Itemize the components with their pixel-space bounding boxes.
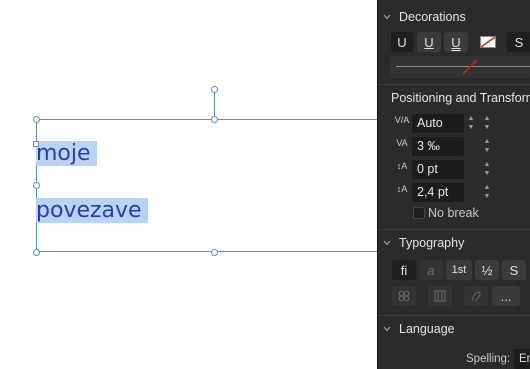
button-label: a <box>427 262 435 278</box>
section-divider <box>378 229 530 230</box>
stylistic-alternates-icon[interactable] <box>392 286 416 306</box>
ordinals-button[interactable]: 1st <box>446 260 472 280</box>
spelling-language-select[interactable]: En <box>514 349 530 369</box>
swash-glyph-icon <box>471 291 481 302</box>
kerning-stepper[interactable]: ▲ ▼ <box>466 114 476 133</box>
superscript-button[interactable]: S <box>502 260 526 280</box>
button-label: ½ <box>481 262 493 278</box>
underline-double-button[interactable]: U <box>444 32 468 52</box>
document-canvas[interactable]: moje povezave <box>0 0 377 369</box>
more-typography-button[interactable]: ... <box>492 286 520 306</box>
swash-icon[interactable] <box>464 286 488 306</box>
button-label: 1st <box>451 264 467 276</box>
selected-text-line-2[interactable]: povezave <box>36 198 148 223</box>
rotation-handle[interactable] <box>211 86 218 93</box>
tracking-stepper[interactable]: ▲ ▼ <box>482 137 492 156</box>
button-label: U <box>451 34 461 50</box>
rotation-handle-line <box>214 92 215 119</box>
no-break-label: No break <box>428 206 479 220</box>
language-section-header[interactable]: Language <box>378 318 530 340</box>
ligatures-button[interactable]: fi <box>392 260 416 280</box>
positioning-section-header[interactable]: Positioning and Transform <box>378 87 530 109</box>
button-label: fi <box>400 262 408 278</box>
resize-handle-bottom-center[interactable] <box>211 249 218 256</box>
no-break-checkbox[interactable] <box>413 207 425 219</box>
no-fill-icon <box>480 36 496 48</box>
kerning-field[interactable]: Auto <box>412 114 464 133</box>
baseline-stepper[interactable]: ▲ ▼ <box>482 160 492 179</box>
button-label: U <box>397 34 407 50</box>
spelling-label: Spelling: <box>466 353 511 365</box>
resize-handle-top-left[interactable] <box>33 116 40 123</box>
kerning-icon: V/A <box>394 115 410 125</box>
text-frame-bounds[interactable] <box>36 119 377 252</box>
character-panel: Decorations U U U S Positioning and Tran… <box>377 0 530 369</box>
underline-none-button[interactable]: U <box>391 32 413 52</box>
selected-text-line-1[interactable]: moje <box>36 141 97 166</box>
button-label: S <box>514 34 524 50</box>
decorations-section-header[interactable]: Decorations <box>378 6 530 28</box>
leading-field[interactable]: 2,4 pt <box>412 183 464 202</box>
section-title: Positioning and Transform <box>391 91 530 105</box>
tracking-field[interactable]: 3 ‰ <box>412 137 464 156</box>
section-title: Typography <box>399 236 465 250</box>
typography-section-header[interactable]: Typography <box>378 232 530 254</box>
resize-handle-bottom-left[interactable] <box>33 249 40 256</box>
button-label: S <box>509 262 519 278</box>
underline-single-button[interactable]: U <box>417 32 441 52</box>
discretionary-ligatures-button[interactable]: a <box>419 260 443 280</box>
section-divider <box>378 84 530 85</box>
tracking-icon: VA <box>396 138 408 148</box>
leading-icon: ↕A <box>396 184 408 194</box>
fractions-button[interactable]: ½ <box>475 260 499 280</box>
chevron-down-icon <box>383 240 391 246</box>
resize-handle-top-center[interactable] <box>211 116 218 123</box>
no-color-slash-icon <box>462 59 478 75</box>
tabular-figures-icon[interactable] <box>428 286 452 306</box>
chevron-down-icon <box>383 326 391 332</box>
leading-stepper[interactable]: ▲ ▼ <box>482 183 492 202</box>
resize-handle-middle-left[interactable] <box>33 182 40 189</box>
decoration-line-preview[interactable] <box>390 56 530 78</box>
section-title: Decorations <box>399 10 466 24</box>
section-divider <box>378 315 530 316</box>
button-label: ... <box>500 288 512 304</box>
figures-icon <box>434 290 446 302</box>
strikethrough-button[interactable]: S <box>507 32 530 52</box>
section-title: Language <box>399 322 455 336</box>
no-color-swatch-button[interactable] <box>475 32 501 52</box>
baseline-shift-icon: ↕A <box>396 161 408 171</box>
chevron-down-icon <box>383 14 391 20</box>
kerning-dropdown-stepper[interactable]: ▲ ▼ <box>482 114 492 133</box>
baseline-shift-field[interactable]: 0 pt <box>412 160 464 179</box>
text-start-marker <box>33 141 39 147</box>
button-label: U <box>424 34 434 50</box>
glyph-grid-icon <box>398 290 410 302</box>
